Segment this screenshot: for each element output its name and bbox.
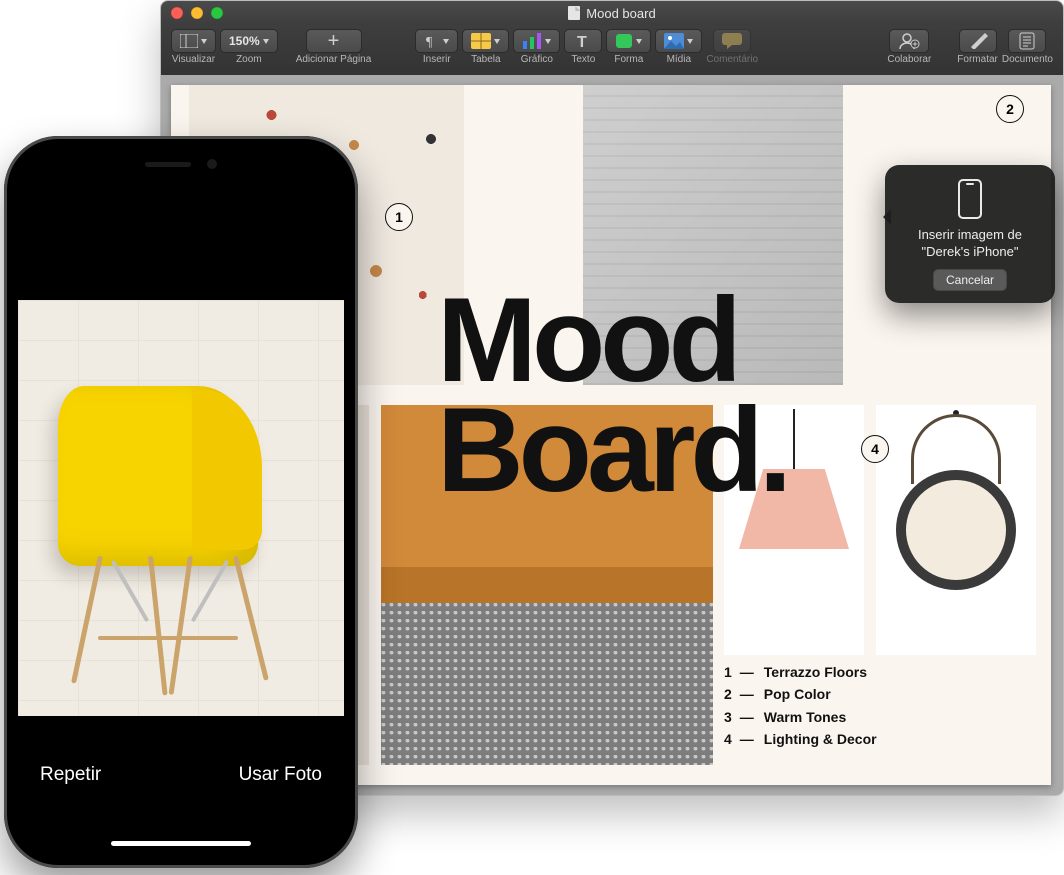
svg-text:T: T [577,34,587,49]
add-page-button[interactable]: + Adicionar Página [296,29,372,65]
svg-text:¶: ¶ [426,35,433,49]
retake-button[interactable]: Repetir [40,764,101,786]
chevron-down-icon [687,39,693,44]
add-page-label: Adicionar Página [296,54,372,65]
zoom-button[interactable]: 150% Zoom [220,29,278,65]
popover-message: Inserir imagem de "Derek's iPhone" [918,227,1022,261]
popover-line-2: "Derek's iPhone" [922,244,1019,259]
chevron-down-icon [201,39,207,44]
comment-label: Comentário [706,54,758,65]
titlebar[interactable]: Mood board [161,1,1063,25]
use-photo-button[interactable]: Usar Foto [239,764,322,786]
camera-bottom-bar: Repetir Usar Foto [18,714,344,854]
zoom-label: Zoom [236,54,262,65]
comment-button[interactable]: Comentário [706,29,758,65]
callout-4[interactable]: 4 [861,435,889,463]
plus-icon: + [328,31,340,51]
text-label: Texto [571,54,595,65]
view-label: Visualizar [172,54,215,65]
photo-yellow-chair [58,386,288,696]
chevron-down-icon [443,39,449,44]
shape-button[interactable]: Forma [606,29,651,65]
legend-row: 2—Pop Color [724,683,877,705]
minimize-window-button[interactable] [191,7,203,19]
text-button[interactable]: T Texto [564,29,602,65]
callout-2[interactable]: 2 [996,95,1024,123]
iphone-notch [96,150,266,178]
chevron-down-icon [494,39,500,44]
title-line-2: Board. [437,395,787,505]
collaborate-button[interactable]: Colaborar [887,29,931,65]
popover-line-1: Inserir imagem de [918,227,1022,242]
image-mirror[interactable] [876,405,1036,655]
cancel-button[interactable]: Cancelar [933,269,1007,291]
document-label: Documento [1002,54,1053,65]
document-icon [568,6,580,20]
callout-1[interactable]: 1 [385,203,413,231]
document-title[interactable]: Mood Board. [437,285,787,506]
media-label: Mídia [667,54,691,65]
captured-photo [18,300,344,716]
chart-button[interactable]: Gráfico [513,29,560,65]
iphone-icon [958,179,982,219]
table-label: Tabela [471,54,500,65]
chevron-down-icon [263,39,269,44]
legend-row: 3—Warm Tones [724,706,877,728]
collaborate-label: Colaborar [887,54,931,65]
toolbar: Visualizar 150% Zoom + Adicionar Página … [161,25,1063,75]
home-indicator[interactable] [111,841,251,846]
legend[interactable]: 1—Terrazzo Floors 2—Pop Color 3—Warm Ton… [724,661,877,751]
document-button[interactable]: Documento [1002,29,1053,65]
view-button[interactable]: Visualizar [171,29,216,65]
traffic-lights [171,7,223,19]
insert-label: Inserir [423,54,451,65]
media-button[interactable]: Mídia [655,29,702,65]
continuity-camera-popover: Inserir imagem de "Derek's iPhone" Cance… [885,165,1055,303]
close-window-button[interactable] [171,7,183,19]
window-title: Mood board [586,6,655,21]
legend-row: 4—Lighting & Decor [724,728,877,750]
insert-button[interactable]: ¶ Inserir [415,29,458,65]
table-button[interactable]: Tabela [462,29,509,65]
zoom-window-button[interactable] [211,7,223,19]
chevron-down-icon [545,39,551,44]
shape-label: Forma [614,54,643,65]
legend-row: 1—Terrazzo Floors [724,661,877,683]
format-button[interactable]: Formatar [957,29,998,65]
chevron-down-icon [636,39,642,44]
format-label: Formatar [957,54,998,65]
chart-label: Gráfico [521,54,553,65]
iphone-device: Repetir Usar Foto [4,136,358,868]
title-line-1: Mood [437,285,787,395]
zoom-value: 150% [229,34,260,48]
iphone-screen: Repetir Usar Foto [18,150,344,854]
